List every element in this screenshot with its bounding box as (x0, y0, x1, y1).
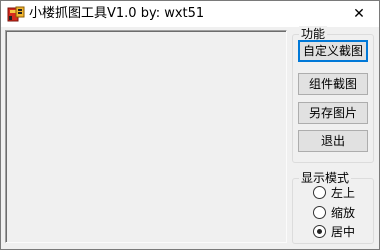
radio-button-icon[interactable] (313, 185, 326, 199)
radio-top-left[interactable]: 左上 (313, 183, 355, 201)
radio-button-icon[interactable] (313, 224, 326, 238)
component-capture-button[interactable]: 组件截图 (298, 73, 368, 95)
functions-group: 功能 自定义截图 组件截图 另存图片 退出 (292, 26, 374, 163)
close-icon: ✕ (353, 6, 365, 22)
title-bar[interactable]: 小楼抓图工具V1.0 by: wxt51 ✕ (1, 1, 379, 27)
radio-label: 缩放 (331, 205, 356, 220)
save-image-button[interactable]: 另存图片 (298, 102, 368, 124)
app-window: 小楼抓图工具V1.0 by: wxt51 ✕ 功能 自定义截图 组件截图 另存图… (0, 0, 380, 250)
window-title: 小楼抓图工具V1.0 by: wxt51 (29, 6, 205, 21)
radio-center[interactable]: 居中 (313, 222, 355, 240)
radio-label: 左上 (331, 185, 356, 200)
radio-label: 居中 (331, 224, 356, 239)
display-mode-group: 显示模式 左上 缩放 居中 (292, 170, 374, 244)
close-button[interactable]: ✕ (339, 1, 379, 27)
capture-canvas[interactable] (5, 30, 287, 243)
radio-button-icon[interactable] (313, 205, 326, 219)
custom-capture-button[interactable]: 自定义截图 (298, 40, 368, 62)
radio-scale[interactable]: 缩放 (313, 203, 355, 221)
exit-button[interactable]: 退出 (298, 130, 368, 152)
app-icon (7, 6, 25, 22)
